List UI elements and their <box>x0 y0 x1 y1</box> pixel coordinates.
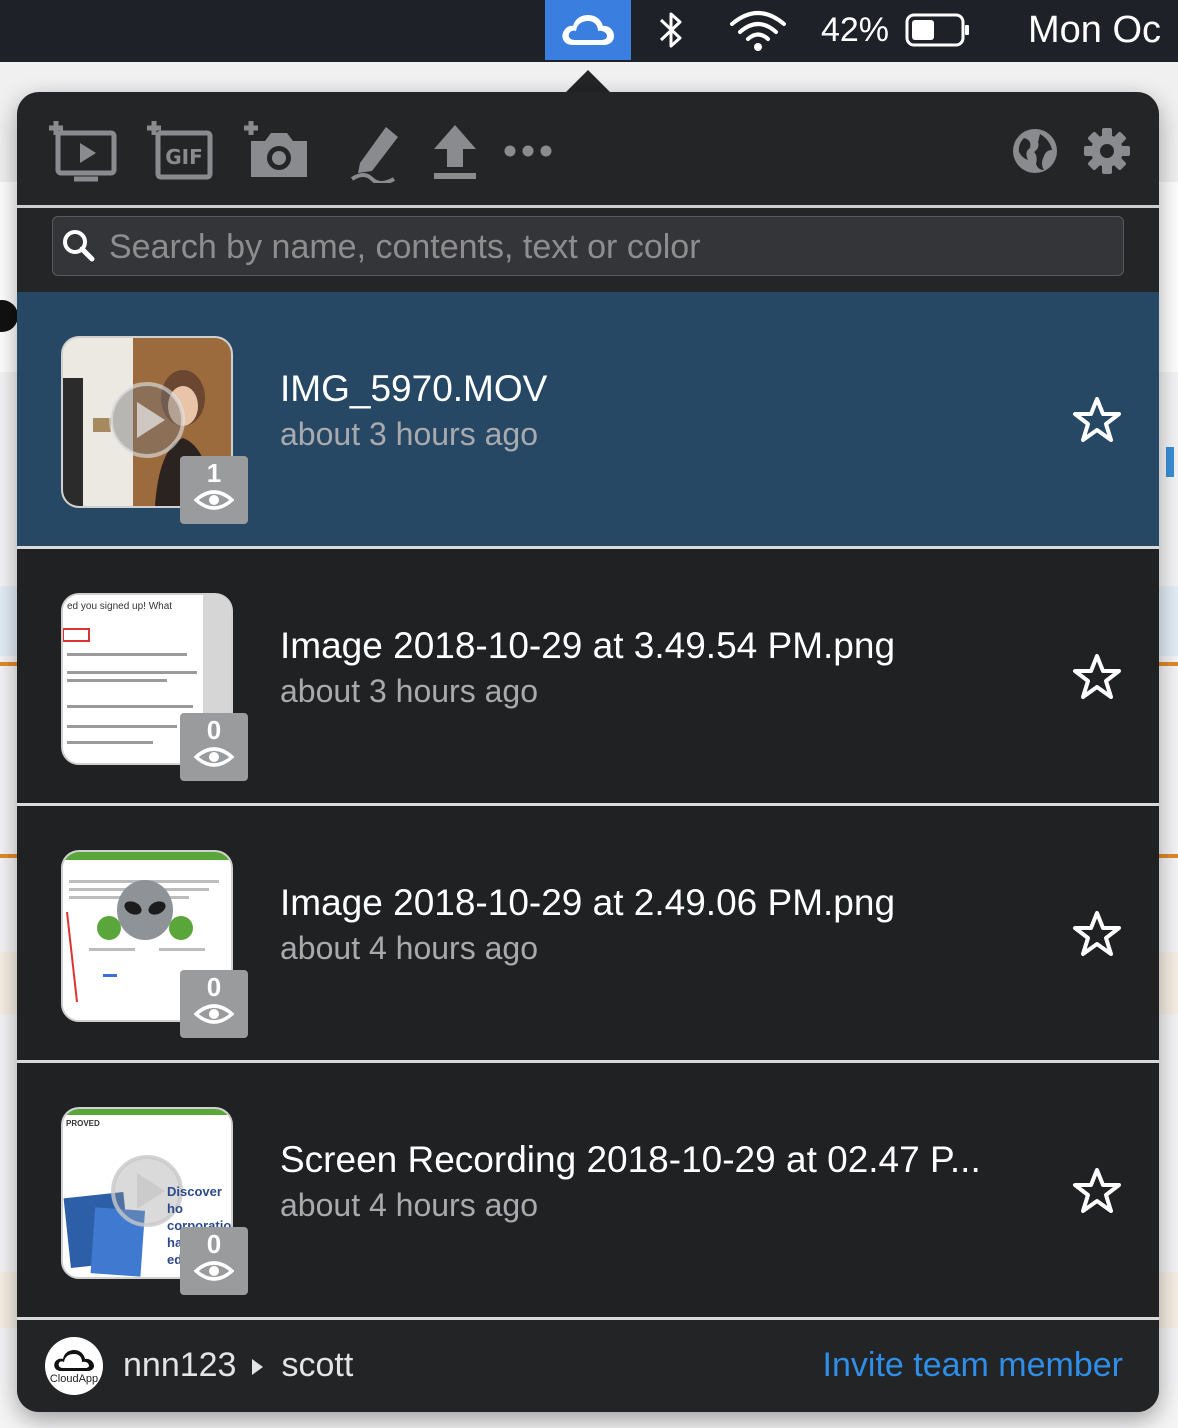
eye-icon <box>193 1004 235 1024</box>
avatar-label: CloudApp <box>49 1373 99 1385</box>
search-input[interactable] <box>107 217 1111 277</box>
item-name: Image 2018-10-29 at 3.49.54 PM.png <box>280 625 896 666</box>
account-footer: CloudApp nnn123 scott Invite team member <box>17 1322 1159 1412</box>
cloudapp-popover: GIF Search by name, contents, text or co… <box>17 92 1159 1412</box>
menubar-clock[interactable]: Mon Oc <box>1028 0 1178 60</box>
view-count-badge: 0 <box>180 1227 248 1295</box>
toolbar: GIF <box>17 92 1159 206</box>
cloudapp-menubar-icon[interactable] <box>545 0 631 60</box>
item-name: Screen Recording 2018-10-29 at 02.47 P..… <box>280 1139 981 1180</box>
upload-button[interactable] <box>427 116 483 186</box>
star-icon[interactable] <box>1072 653 1122 701</box>
item-time: about 3 hours ago <box>280 416 538 452</box>
eye-icon <box>193 747 235 767</box>
popover-arrow <box>565 70 611 93</box>
avatar[interactable]: CloudApp <box>45 1337 103 1395</box>
search-icon <box>63 230 95 262</box>
star-icon[interactable] <box>1072 1167 1122 1215</box>
invite-team-member-link[interactable]: Invite team member <box>823 1346 1123 1385</box>
list-item[interactable]: ed you signed up! What 0 Image 2018-10-2… <box>17 549 1159 803</box>
battery-percent[interactable]: 42% <box>812 0 898 60</box>
annotate-icon <box>350 127 398 183</box>
view-count-badge: 0 <box>180 970 248 1038</box>
record-screen-icon <box>49 121 117 182</box>
item-time: about 4 hours ago <box>280 930 538 966</box>
view-count: 0 <box>206 715 222 745</box>
upload-icon <box>434 125 476 179</box>
view-count: 0 <box>206 972 222 1002</box>
star-icon[interactable] <box>1072 910 1122 958</box>
view-count-badge: 1 <box>180 456 248 524</box>
item-time: about 3 hours ago <box>280 673 538 709</box>
user-name: scott <box>281 1346 354 1384</box>
wifi-icon[interactable] <box>727 0 789 60</box>
star-icon[interactable] <box>1072 396 1122 444</box>
list-item[interactable]: PROVED Discover ho corporation handling … <box>17 1063 1159 1317</box>
toolbar-divider <box>17 205 1159 208</box>
thumbnail-text: PROVED <box>66 1119 100 1128</box>
chevron-right-icon <box>252 1359 264 1376</box>
background-indicator <box>1166 447 1174 477</box>
list-item[interactable]: 1 IMG_5970.MOV about 3 hours ago <box>17 292 1159 546</box>
item-name: IMG_5970.MOV <box>280 368 548 409</box>
settings-button[interactable] <box>1079 116 1135 186</box>
web-button[interactable] <box>1007 116 1063 186</box>
battery-icon[interactable] <box>902 0 974 60</box>
globe-icon <box>1013 129 1057 173</box>
record-gif-icon: GIF <box>147 121 213 180</box>
item-time: about 4 hours ago <box>280 1187 538 1223</box>
cloud-icon <box>54 1350 94 1371</box>
search-field <box>52 216 1124 277</box>
record-screen-button[interactable] <box>47 116 121 186</box>
annotate-button[interactable] <box>343 116 409 186</box>
view-count-badge: 0 <box>180 713 248 781</box>
view-count: 0 <box>206 1229 222 1259</box>
row-divider <box>17 1317 1159 1320</box>
more-button[interactable] <box>501 116 555 186</box>
eye-icon <box>193 490 235 510</box>
account-breadcrumb[interactable]: nnn123 scott <box>123 1346 353 1385</box>
screenshot-button[interactable] <box>239 116 315 186</box>
gear-icon <box>1084 128 1130 174</box>
eye-icon <box>193 1261 235 1281</box>
thumbnail-line: Discover ho <box>167 1184 222 1216</box>
more-icon <box>504 145 552 157</box>
menu-bar: 42% Mon Oc <box>0 0 1178 62</box>
account-name: nnn123 <box>123 1346 237 1384</box>
thumbnail-text: ed you signed up! What <box>67 601 173 612</box>
item-name: Image 2018-10-29 at 2.49.06 PM.png <box>280 882 896 923</box>
view-count: 1 <box>206 458 222 488</box>
svg-text:GIF: GIF <box>165 145 203 169</box>
bluetooth-icon[interactable] <box>650 0 692 60</box>
list-item[interactable]: 0 Image 2018-10-29 at 2.49.06 PM.png abo… <box>17 806 1159 1060</box>
screenshot-icon <box>244 121 307 177</box>
record-gif-button[interactable]: GIF <box>145 116 217 186</box>
